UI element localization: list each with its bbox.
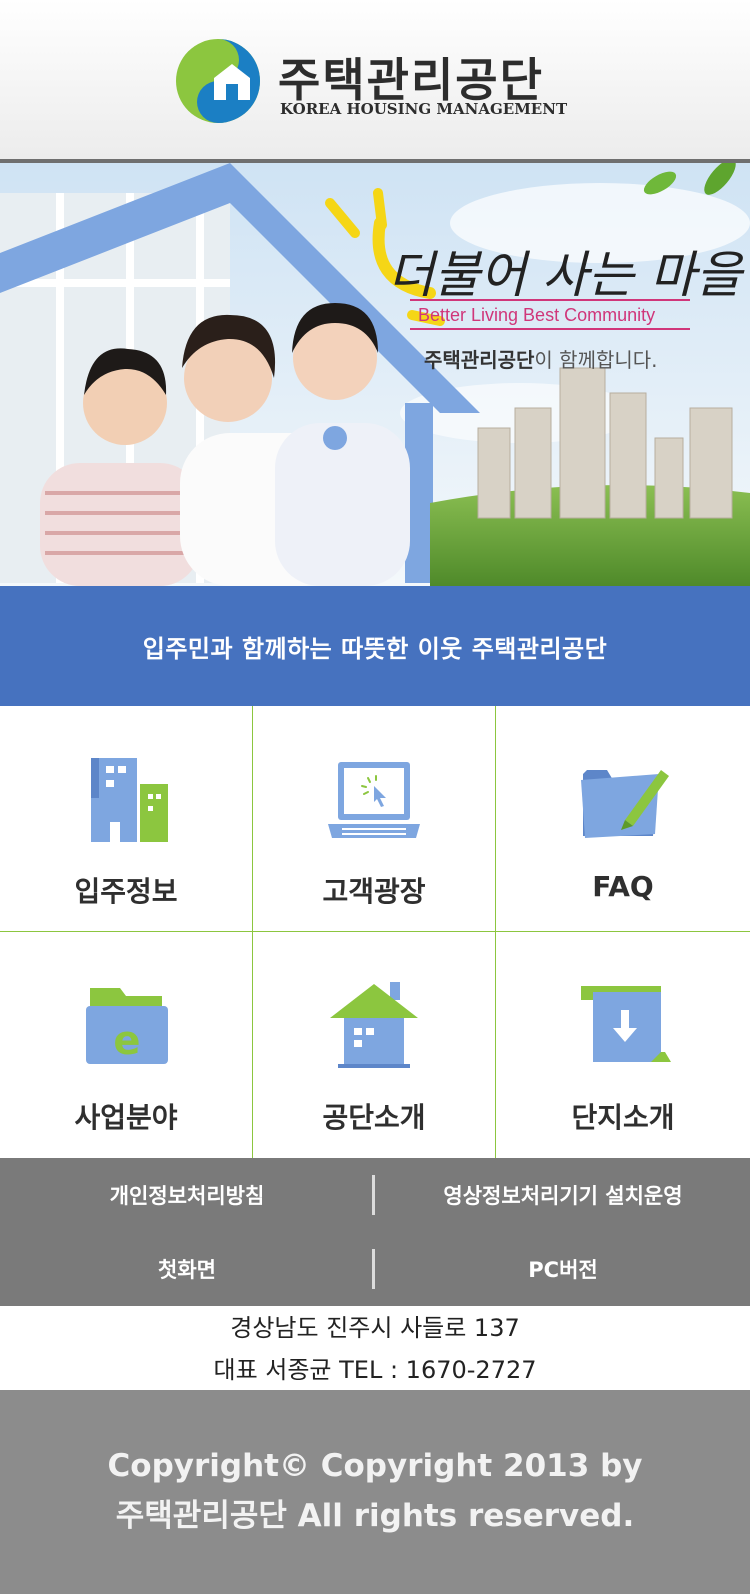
menu-item-customer-plaza[interactable]: 고객광장 [253, 706, 496, 932]
tagline-text: 입주민과 함께하는 따뜻한 이웃 주택관리공단 [142, 634, 608, 663]
footer-links: 개인정보처리방침 영상정보처리기기 설치운영 첫화면 PC버전 [0, 1158, 750, 1306]
menu-label: 입주정보 [74, 875, 178, 908]
copyright-footer: Copyright© Copyright 2013 by 주택관리공단 All … [0, 1390, 750, 1594]
home-link[interactable]: 첫화면 [0, 1232, 374, 1306]
hero-subtitle-brand: 주택관리공단 [424, 348, 535, 372]
hero-banner: 더불어 사는 마을 Better Living Best Community 주… [0, 163, 750, 586]
menu-label: 고객광장 [322, 875, 426, 908]
cctv-policy-link[interactable]: 영상정보처리기기 설치운영 [376, 1158, 750, 1232]
menu-label: 공단소개 [322, 1101, 426, 1134]
hero-subtitle: 주택관리공단이 함께합니다. [424, 344, 658, 373]
svg-text:e: e [113, 1018, 140, 1064]
tagline-bar: 입주민과 함께하는 따뜻한 이웃 주택관리공단 [0, 586, 750, 706]
hero-subtitle-suffix: 이 함께합니다. [534, 348, 658, 372]
copyright-line-2: 주택관리공단 All rights reserved. [115, 1498, 635, 1534]
hero-slogan: 더불어 사는 마을 [388, 246, 742, 304]
buildings-icon [91, 758, 168, 842]
logo-english-text: KOREA HOUSING MANAGEMENT [280, 100, 568, 118]
laptop-icon [328, 762, 420, 838]
menu-item-faq[interactable]: FAQ [496, 706, 750, 932]
menu-item-business[interactable]: e 사업분야 [0, 932, 253, 1158]
copyright-line-1: Copyright© Copyright 2013 by [107, 1448, 643, 1484]
privacy-policy-link[interactable]: 개인정보처리방침 [0, 1158, 374, 1232]
link-divider [372, 1249, 375, 1289]
menu-label: FAQ [592, 870, 654, 903]
site-header: 주택관리공단 KOREA HOUSING MANAGEMENT [0, 0, 750, 163]
main-menu-grid: 입주정보 고객광장 FAQ e 사업분야 공단소개 단지소개 [0, 706, 750, 1158]
menu-item-about[interactable]: 공단소개 [253, 932, 496, 1158]
hero-english-slogan: Better Living Best Community [418, 305, 656, 325]
menu-item-resident-info[interactable]: 입주정보 [0, 706, 253, 932]
address-block: 경상남도 진주시 사들로 137 대표 서종균 TEL : 1670-2727 [0, 1306, 750, 1390]
folder-pen-icon [581, 770, 669, 838]
scroll-download-icon [581, 986, 671, 1062]
site-logo[interactable]: 주택관리공단 KOREA HOUSING MANAGEMENT [174, 38, 568, 124]
pc-version-link[interactable]: PC버전 [376, 1232, 750, 1306]
address-line: 경상남도 진주시 사들로 137 [230, 1314, 520, 1342]
folder-e-icon: e [86, 988, 168, 1064]
link-divider [372, 1175, 375, 1215]
logo-mark-icon [176, 39, 260, 123]
menu-label: 사업분야 [74, 1101, 178, 1134]
menu-label: 단지소개 [571, 1101, 675, 1134]
representative-tel-line: 대표 서종균 TEL : 1670-2727 [213, 1356, 537, 1384]
house-icon [330, 982, 418, 1068]
hero-illustration [0, 163, 750, 586]
menu-item-complex[interactable]: 단지소개 [496, 932, 750, 1158]
